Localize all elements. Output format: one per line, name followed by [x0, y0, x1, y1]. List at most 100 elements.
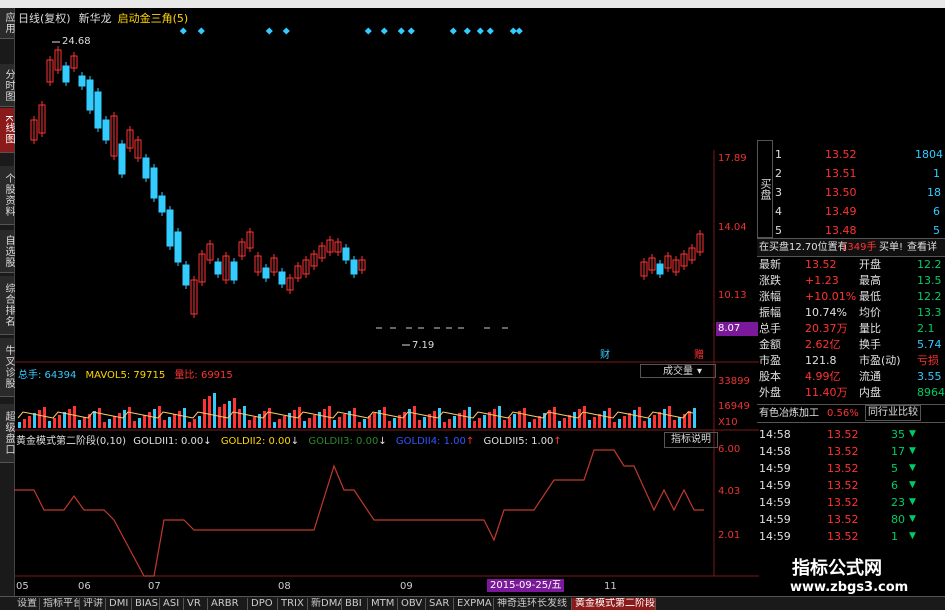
- quote-key: 涨跌: [759, 274, 781, 287]
- volume-bar: [318, 412, 321, 428]
- down-arrow-icon: ▼: [909, 429, 916, 439]
- industry-compare-button[interactable]: 同行业比较: [865, 405, 921, 421]
- indicator-tab[interactable]: 评讲: [80, 598, 106, 610]
- volume-bar: [188, 422, 191, 428]
- quote-row: 市盈 121.8 市盈(动) 亏损: [757, 352, 945, 369]
- volume-dropdown[interactable]: 成交量 ▾: [640, 364, 716, 378]
- quote-value: 2.1: [917, 322, 935, 335]
- volume-bar: [163, 420, 166, 428]
- buy-order-button[interactable]: 买单!: [879, 239, 903, 256]
- volume-bar: [483, 415, 486, 428]
- indicator-tab[interactable]: VR: [184, 598, 208, 610]
- goldii2: GOLDII2: 0.00: [220, 436, 291, 447]
- price-tick-2: 14.04: [718, 222, 747, 233]
- volume-bar: [78, 420, 81, 428]
- tick-row: 14:59 13.52 23 ▼: [757, 494, 945, 511]
- tick-row: 14:59 13.52 80 ▼: [757, 511, 945, 528]
- volume-bar: [423, 417, 426, 428]
- nav-diagnose[interactable]: 牛叉诊股: [0, 338, 14, 397]
- signal-diamond: [449, 27, 457, 35]
- signal-diamond: [265, 27, 273, 35]
- nav-watchlist[interactable]: 自选股: [0, 230, 14, 273]
- volume-bar: [338, 417, 341, 428]
- volume-bar: [118, 413, 121, 428]
- indicator-tab[interactable]: 设置: [14, 598, 40, 610]
- ind-tick-2: 4.03: [718, 486, 741, 497]
- down-arrow-icon: ▼: [909, 531, 916, 541]
- volume-bar: [343, 414, 346, 428]
- indicator-tab[interactable]: ASI: [160, 598, 184, 610]
- indicator-tab[interactable]: BBI: [342, 598, 368, 610]
- nav-timeshare[interactable]: 分时图: [0, 64, 14, 107]
- tick-row: 14:59 13.52 1 ▼: [757, 528, 945, 545]
- volume-bar: [173, 414, 176, 428]
- volume-bar: [573, 412, 576, 428]
- quote-key: 流通: [859, 370, 881, 383]
- signal-diamond: [282, 27, 290, 35]
- tick-time: 14:59: [759, 462, 791, 475]
- nav-kline[interactable]: K线图: [0, 108, 14, 153]
- indicator-tab[interactable]: EXPMA: [454, 598, 494, 610]
- buy-summary-hand: 1349手: [841, 242, 877, 253]
- volume-bar: [503, 420, 506, 428]
- nav-profile[interactable]: 个股资料: [0, 166, 14, 225]
- low-annotation: 7.19: [412, 340, 434, 351]
- volume-bar: [333, 420, 336, 428]
- indicator-tab[interactable]: DPO: [248, 598, 278, 610]
- indicator-help-button[interactable]: 指标说明: [664, 432, 718, 448]
- indicator-tab[interactable]: 黄金模式第二阶段: [572, 598, 656, 610]
- industry-name[interactable]: 有色冶炼加工: [759, 405, 819, 422]
- quote-row: 股本 4.99亿 流通 3.55: [757, 368, 945, 385]
- indicator-tab[interactable]: 新DMA: [308, 598, 342, 610]
- price-tick-3: 10.13: [718, 290, 747, 301]
- view-detail-button[interactable]: 查看详: [907, 239, 937, 256]
- tick-time: 14:59: [759, 513, 791, 526]
- finance-marker[interactable]: 财: [600, 348, 610, 361]
- volume-bar: [643, 421, 646, 428]
- price-tick-1: 17.89: [718, 153, 747, 164]
- quote-value: 20.37万: [805, 322, 848, 335]
- candle-body: [118, 143, 126, 175]
- tick-volume: 35: [891, 428, 905, 441]
- gift-marker[interactable]: 赠: [694, 348, 704, 361]
- indicator-tab[interactable]: OBV: [398, 598, 426, 610]
- indicator-tab[interactable]: MTM: [368, 598, 398, 610]
- candle-body: [94, 91, 102, 129]
- nav-superdisk[interactable]: 超级盘口: [0, 404, 14, 463]
- candle-body: [182, 264, 190, 286]
- indicator-tab[interactable]: DMI: [106, 598, 132, 610]
- tick-volume: 23: [891, 496, 905, 509]
- tick-price: 13.52: [827, 479, 859, 492]
- indicator-tab[interactable]: BIAS: [132, 598, 160, 610]
- goldii4: GOLDII4: 1.00: [395, 436, 466, 447]
- nav-ranking[interactable]: 综合排名: [0, 276, 14, 335]
- indicator-tab[interactable]: ARBR: [208, 598, 248, 610]
- volume-bar: [363, 419, 366, 428]
- volume-bar: [178, 411, 181, 428]
- tick-time: 14:59: [759, 496, 791, 509]
- indicator-name[interactable]: 黄金模式第二阶段(0,10): [16, 436, 126, 447]
- indicator-tab[interactable]: SAR: [426, 598, 454, 610]
- indicator-tab[interactable]: 神奇连环长发线: [494, 598, 572, 610]
- volume-bar: [418, 420, 421, 428]
- xtick-11: 11: [604, 581, 617, 592]
- volume-bar: [138, 418, 141, 428]
- volume-bar: [283, 416, 286, 428]
- candle-body: [174, 231, 182, 263]
- candle-body: [78, 75, 86, 87]
- tick-price: 13.52: [827, 428, 859, 441]
- kline-chart[interactable]: 24.68 7.19 财 赠: [14, 20, 759, 596]
- quote-row: 涨幅 +10.01% 最低 12.2: [757, 288, 945, 305]
- mavol5-value: MAVOL5: 79715: [85, 370, 166, 381]
- volume-bar: [268, 408, 271, 428]
- volume-bar: [103, 422, 106, 428]
- indicator-tab[interactable]: TRIX: [278, 598, 308, 610]
- candle-body: [230, 261, 238, 281]
- nav-app[interactable]: 应用: [0, 8, 14, 39]
- volume-bar: [593, 417, 596, 428]
- quote-key: 股本: [759, 370, 781, 383]
- indicator-tab[interactable]: 指标平台: [40, 598, 80, 610]
- volume-bar: [288, 413, 291, 428]
- tick-time: 14:58: [759, 445, 791, 458]
- candle-body: [278, 271, 286, 285]
